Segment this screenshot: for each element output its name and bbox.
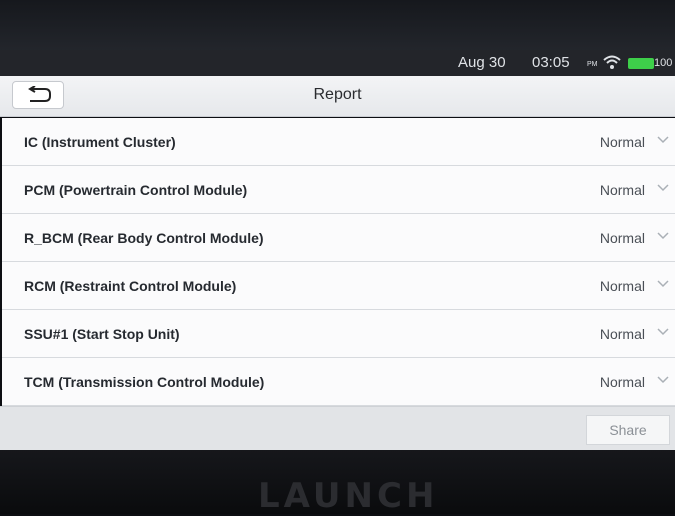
list-item[interactable]: R_BCM (Rear Body Control Module) Normal <box>2 214 675 262</box>
bottom-toolbar: Share <box>0 406 675 451</box>
status-time: 03:05 <box>532 54 570 71</box>
device-bezel-top <box>0 0 675 52</box>
device-bezel-bottom: LAUNCH <box>0 450 675 516</box>
battery-icon <box>628 58 654 69</box>
chevron-down-icon[interactable] <box>657 280 669 288</box>
module-list: IC (Instrument Cluster) Normal PCM (Powe… <box>2 118 675 406</box>
brand-logo: LAUNCH <box>258 476 439 516</box>
title-bar: Report <box>0 76 675 117</box>
module-name: RCM (Restraint Control Module) <box>24 278 237 294</box>
list-item[interactable]: SSU#1 (Start Stop Unit) Normal <box>2 310 675 358</box>
module-name: SSU#1 (Start Stop Unit) <box>24 326 180 342</box>
wifi-icon <box>603 54 621 70</box>
status-bar: Aug 30 03:05 PM 100 <box>0 50 675 76</box>
module-status: Normal <box>599 134 645 150</box>
chevron-down-icon[interactable] <box>657 328 669 336</box>
chevron-down-icon[interactable] <box>657 184 669 192</box>
module-status: Normal <box>599 374 645 390</box>
chevron-down-icon[interactable] <box>657 136 669 144</box>
chevron-down-icon[interactable] <box>657 232 669 240</box>
module-name: R_BCM (Rear Body Control Module) <box>24 230 264 246</box>
list-item[interactable]: PCM (Powertrain Control Module) Normal <box>2 166 675 214</box>
battery-level: 100 <box>654 57 673 69</box>
share-button[interactable]: Share <box>586 415 670 445</box>
list-item[interactable]: IC (Instrument Cluster) Normal <box>2 118 675 166</box>
status-ampm: PM <box>587 61 598 68</box>
page-title: Report <box>313 86 362 103</box>
list-item[interactable]: RCM (Restraint Control Module) Normal <box>2 262 675 310</box>
module-name: TCM (Transmission Control Module) <box>24 374 265 390</box>
module-status: Normal <box>599 278 645 294</box>
status-date: Aug 30 <box>458 54 506 71</box>
chevron-down-icon[interactable] <box>657 376 669 384</box>
module-status: Normal <box>599 326 645 342</box>
module-name: PCM (Powertrain Control Module) <box>24 182 248 198</box>
list-item[interactable]: TCM (Transmission Control Module) Normal <box>2 358 675 406</box>
module-status: Normal <box>599 230 645 246</box>
module-name: IC (Instrument Cluster) <box>24 134 176 150</box>
module-status: Normal <box>599 182 645 198</box>
